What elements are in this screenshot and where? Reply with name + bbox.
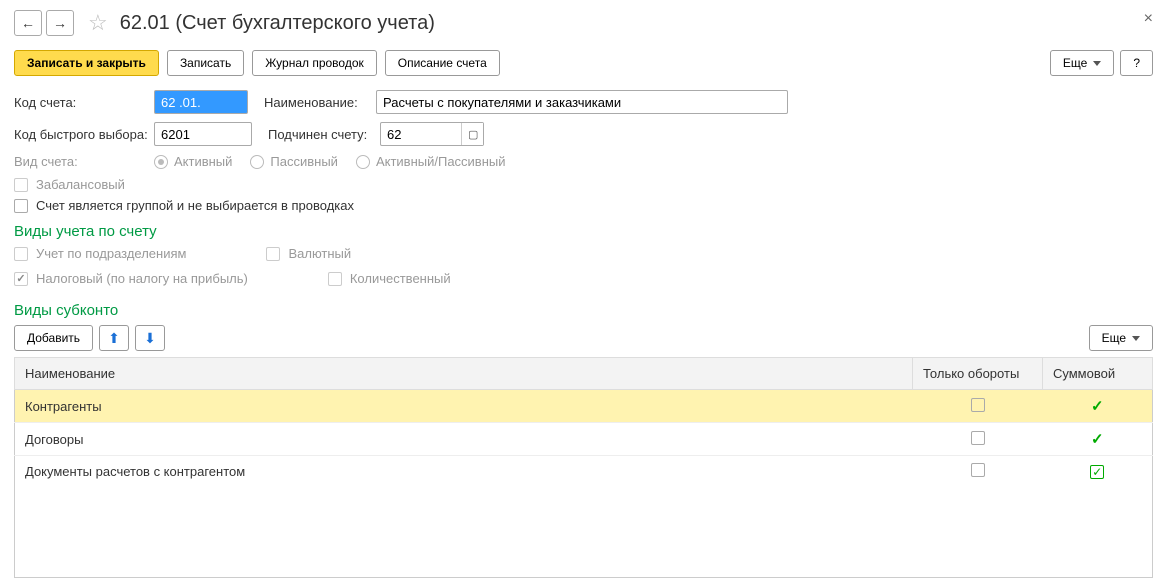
subkonto-more-button[interactable]: Еще — [1089, 325, 1153, 351]
parent-label: Подчинен счету: — [268, 127, 380, 142]
kind-label: Вид счета: — [14, 154, 154, 169]
by-dept-checkbox — [14, 247, 28, 261]
quantity-checkbox — [328, 272, 342, 286]
description-button[interactable]: Описание счета — [385, 50, 500, 76]
col-sum-header[interactable]: Суммовой — [1043, 358, 1153, 390]
accounting-section-title: Виды учета по счету — [14, 223, 1153, 240]
currency-checkbox — [266, 247, 280, 261]
tax-label: Налоговый (по налогу на прибыль) — [36, 271, 248, 286]
offbalance-checkbox — [14, 178, 28, 192]
offbalance-label: Забалансовый — [36, 177, 125, 192]
journal-button[interactable]: Журнал проводок — [252, 50, 377, 76]
more-button[interactable]: Еще — [1050, 50, 1114, 76]
table-row[interactable]: Документы расчетов с контрагентом ✓ — [15, 456, 1153, 488]
kind-both-label: Активный/Пассивный — [376, 154, 506, 169]
is-group-label: Счет является группой и не выбирается в … — [36, 198, 354, 213]
subkonto-name-cell[interactable]: Договоры — [15, 423, 913, 456]
kind-active-label: Активный — [174, 154, 232, 169]
is-group-checkbox[interactable] — [14, 199, 28, 213]
arrow-up-icon: ⬆ — [108, 330, 120, 347]
quick-code-label: Код быстрого выбора: — [14, 127, 154, 142]
subkonto-name-cell[interactable]: Контрагенты — [15, 390, 913, 423]
save-button[interactable]: Записать — [167, 50, 244, 76]
arrow-down-icon: ⬇ — [144, 330, 156, 347]
table-row[interactable]: Контрагенты ✓ — [15, 390, 1153, 423]
sum-cell[interactable]: ✓ — [1043, 423, 1153, 456]
currency-label: Валютный — [288, 246, 351, 261]
parent-select-button[interactable]: ▢ — [461, 123, 483, 145]
move-down-button[interactable]: ⬇ — [135, 325, 165, 351]
save-and-close-button[interactable]: Записать и закрыть — [14, 50, 159, 76]
turnover-cell[interactable] — [913, 456, 1043, 488]
code-input[interactable] — [154, 90, 248, 114]
add-button[interactable]: Добавить — [14, 325, 93, 351]
favorite-star-icon[interactable]: ☆ — [88, 10, 108, 36]
subkonto-section-title: Виды субконто — [14, 302, 1153, 319]
tax-checkbox — [14, 272, 28, 286]
kind-active-radio: Активный — [154, 154, 232, 169]
code-label: Код счета: — [14, 95, 154, 110]
subkonto-name-cell[interactable]: Документы расчетов с контрагентом — [15, 456, 913, 488]
quick-code-input[interactable] — [154, 122, 252, 146]
move-up-button[interactable]: ⬆ — [99, 325, 129, 351]
kind-both-radio: Активный/Пассивный — [356, 154, 506, 169]
col-name-header[interactable]: Наименование — [15, 358, 913, 390]
kind-passive-label: Пассивный — [270, 154, 338, 169]
help-button[interactable]: ? — [1120, 50, 1153, 76]
kind-passive-radio: Пассивный — [250, 154, 338, 169]
nav-back-button[interactable]: ← — [14, 10, 42, 36]
table-row[interactable]: Договоры ✓ — [15, 423, 1153, 456]
col-turnover-header[interactable]: Только обороты — [913, 358, 1043, 390]
quantity-label: Количественный — [350, 271, 451, 286]
sum-cell[interactable]: ✓ — [1043, 390, 1153, 423]
name-input[interactable] — [376, 90, 788, 114]
sum-cell[interactable]: ✓ — [1043, 456, 1153, 488]
subkonto-table: Наименование Только обороты Суммовой Кон… — [14, 357, 1153, 578]
by-dept-label: Учет по подразделениям — [36, 246, 186, 261]
turnover-cell[interactable] — [913, 390, 1043, 423]
close-icon[interactable]: × — [1144, 10, 1153, 28]
turnover-cell[interactable] — [913, 423, 1043, 456]
name-label: Наименование: — [264, 95, 376, 110]
nav-forward-button[interactable]: → — [46, 10, 74, 36]
page-title: 62.01 (Счет бухгалтерского учета) — [120, 12, 435, 35]
parent-input[interactable] — [381, 123, 461, 145]
